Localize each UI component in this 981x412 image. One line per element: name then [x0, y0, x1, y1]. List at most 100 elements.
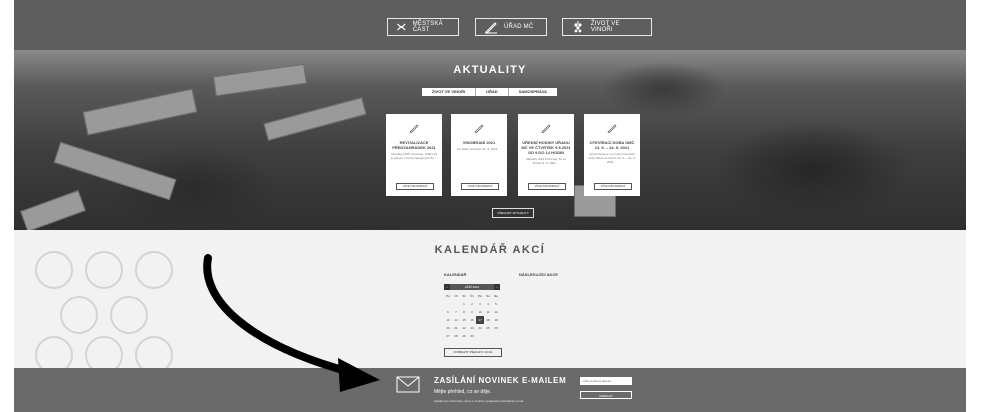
news-card-title: OTEVÍRACÍ DOBA ÚMČ 13. 9. – 24. 9. 2021 — [589, 140, 635, 150]
news-card-text: Vinořský ÚMČ informuje. Praha 19 je jedn… — [390, 152, 438, 160]
calendar-day[interactable]: 10 — [476, 308, 484, 316]
calendar-widget: ‹ ZÁŘÍ 2021 › Po Út St Čt Pá So Ne 1 2 3 4 5 6 7 8 9 10 1… — [444, 284, 500, 340]
nav-label: ÚŘAD MČ — [504, 24, 534, 30]
news-card: OTEVÍRACÍ DOBA ÚMČ 13. 9. – 24. 9. 2021 … — [584, 114, 640, 196]
calendar-label: KALENDÁŘ — [444, 272, 467, 277]
nav-label: ŽIVOT VE VINOŘI — [590, 21, 620, 33]
nav-urad-button[interactable]: ÚŘAD MČ — [475, 18, 547, 36]
weekday-label: So — [486, 294, 490, 298]
calendar-day[interactable]: 3 — [476, 300, 484, 308]
calendar-day[interactable]: 16 — [468, 316, 476, 324]
all-news-button[interactable]: VŠECHNY AKTUALITY — [492, 208, 534, 218]
calendar-day[interactable]: 27 — [444, 332, 452, 340]
news-section: AKTUALITY ŽIVOT VE VINOŘI ÚŘAD SAMOSPRÁV… — [14, 50, 966, 230]
pen-icon — [409, 124, 419, 134]
news-card-more-button[interactable]: VÍCE INFORMACÍ — [396, 183, 434, 190]
calendar-day[interactable]: 15 — [460, 316, 468, 324]
prev-month-button[interactable]: ‹ — [444, 284, 450, 290]
newsletter-title: ZASÍLÁNÍ NOVINEK E-MAILEM — [434, 376, 567, 385]
calendar-day[interactable]: 26 — [492, 324, 500, 332]
next-events-label: NÁSLEDUJÍCÍ AKCE — [519, 272, 558, 277]
calendar-day[interactable]: 30 — [468, 332, 476, 340]
building-photo-element — [20, 190, 86, 230]
calendar-empty-cell — [484, 332, 492, 340]
nav-label: MĚSTSKÁ ČÁST — [412, 21, 443, 33]
pen-icon — [541, 124, 551, 134]
news-card-more-button[interactable]: VÍCE INFORMACÍ — [528, 183, 566, 190]
email-input[interactable] — [580, 377, 632, 385]
calendar-day[interactable]: 9 — [468, 308, 476, 316]
calendar-day[interactable]: 24 — [476, 324, 484, 332]
calendar-month: ZÁŘÍ 2021 — [464, 285, 480, 289]
calendar-day[interactable]: 13 — [444, 316, 452, 324]
news-card-title: ÚŘEDNÍ HODINY ÚŘADU MČ VE ČTVRTEK 9.9.20… — [521, 140, 571, 155]
map-icon — [397, 23, 406, 31]
news-card-text: Městský úřad informuje, že ve čtvrtek 9.… — [526, 157, 566, 165]
calendar-title: KALENDÁŘ AKCÍ — [434, 244, 546, 256]
calendar-day[interactable]: 20 — [444, 324, 452, 332]
calendar-day[interactable]: 14 — [452, 316, 460, 324]
news-card: VINOBRANÍ 2021 Do 2021 vinobraní 11. 9. … — [451, 114, 507, 196]
calendar-day[interactable]: 7 — [452, 308, 460, 316]
pen-icon — [607, 124, 617, 134]
calendar-empty-cell — [444, 300, 452, 308]
tab-samosprava[interactable]: SAMOSPRÁVA — [508, 88, 558, 96]
top-navigation-bar: MĚSTSKÁ ČÁST ÚŘAD MČ ŽIVOT VE VINOŘI — [14, 0, 966, 50]
calendar-section: KALENDÁŘ AKCÍ KALENDÁŘ NÁSLEDUJÍCÍ AKCE … — [14, 230, 966, 368]
news-card-more-button[interactable]: VÍCE INFORMACÍ — [461, 183, 499, 190]
weekday-label: Pá — [478, 294, 482, 298]
calendar-day[interactable]: 4 — [484, 300, 492, 308]
calendar-day[interactable]: 19 — [492, 316, 500, 324]
next-month-button[interactable]: › — [494, 284, 500, 290]
calendar-day[interactable]: 21 — [452, 324, 460, 332]
weekday-label: Čt — [470, 294, 474, 298]
nav-mestska-cast-button[interactable]: MĚSTSKÁ ČÁST — [387, 18, 459, 36]
weekday-label: St — [462, 294, 466, 298]
calendar-day[interactable]: 1 — [460, 300, 468, 308]
news-card: REVITALIZACE PŘEDZAHRÁDEK 2021 Vinořský … — [386, 114, 442, 196]
news-card-title: VINOBRANÍ 2021 — [462, 140, 496, 145]
newsletter-note: Zasílat tyto informace, akce a novinky, … — [434, 399, 524, 403]
news-card-more-button[interactable]: VÍCE INFORMACÍ — [594, 183, 632, 190]
grapes-icon — [574, 21, 582, 33]
tab-urad[interactable]: ÚŘAD — [476, 88, 509, 96]
calendar-empty-cell — [452, 300, 460, 308]
subscribe-button[interactable]: ODESLAT — [580, 391, 632, 399]
nav-zivot-button[interactable]: ŽIVOT VE VINOŘI — [562, 18, 652, 36]
news-card-text: Do 2021 vinobraní 11. 9. 2021 ... — [457, 147, 501, 151]
calendar-day[interactable]: 6 — [444, 308, 452, 316]
calendar-day[interactable]: 22 — [460, 324, 468, 332]
newsletter-subtitle: Mějte přehled, co se děje. — [434, 389, 492, 395]
news-tabs: ŽIVOT VE VINOŘI ÚŘAD SAMOSPRÁVA — [422, 88, 558, 96]
calendar-empty-cell — [476, 332, 484, 340]
all-events-button[interactable]: ZOBRAZIT VŠECHNY AKCE — [444, 348, 502, 357]
news-card: ÚŘEDNÍ HODINY ÚŘADU MČ VE ČTVRTEK 9.9.20… — [518, 114, 574, 196]
calendar-day[interactable]: 28 — [452, 332, 460, 340]
news-card-title: REVITALIZACE PŘEDZAHRÁDEK 2021 — [392, 140, 436, 150]
building-photo-element — [82, 88, 198, 136]
news-title: AKTUALITY — [453, 64, 527, 76]
calendar-day[interactable]: 29 — [460, 332, 468, 340]
tab-zivot-ve-vinori[interactable]: ŽIVOT VE VINOŘI — [422, 88, 477, 96]
news-card-text: Upozorňujeme na změnu otevírací doby úřa… — [588, 152, 636, 164]
weekday-label: Po — [446, 294, 450, 298]
pen-icon — [474, 124, 484, 134]
calendar-day[interactable]: 23 — [468, 324, 476, 332]
weekday-label: Út — [454, 294, 458, 298]
building-photo-element — [263, 97, 367, 141]
pen-icon — [485, 22, 497, 34]
calendar-empty-cell — [492, 332, 500, 340]
calendar-day[interactable]: 5 — [492, 300, 500, 308]
calendar-day[interactable]: 18 — [484, 316, 492, 324]
calendar-day[interactable]: 25 — [484, 324, 492, 332]
calendar-grid: Po Út St Čt Pá So Ne 1 2 3 4 5 6 7 8 9 10 11 12 13 14 15 16 17 1… — [444, 292, 500, 340]
calendar-day[interactable]: 17 — [476, 316, 484, 324]
newsletter-footer: ZASÍLÁNÍ NOVINEK E-MAILEM Mějte přehled,… — [14, 368, 966, 412]
calendar-day[interactable]: 12 — [492, 308, 500, 316]
calendar-day[interactable]: 8 — [460, 308, 468, 316]
calendar-day[interactable]: 2 — [468, 300, 476, 308]
envelope-icon — [396, 376, 420, 393]
calendar-day[interactable]: 11 — [484, 308, 492, 316]
calendar-header: ‹ ZÁŘÍ 2021 › — [444, 284, 500, 290]
weekday-label: Ne — [494, 294, 498, 298]
